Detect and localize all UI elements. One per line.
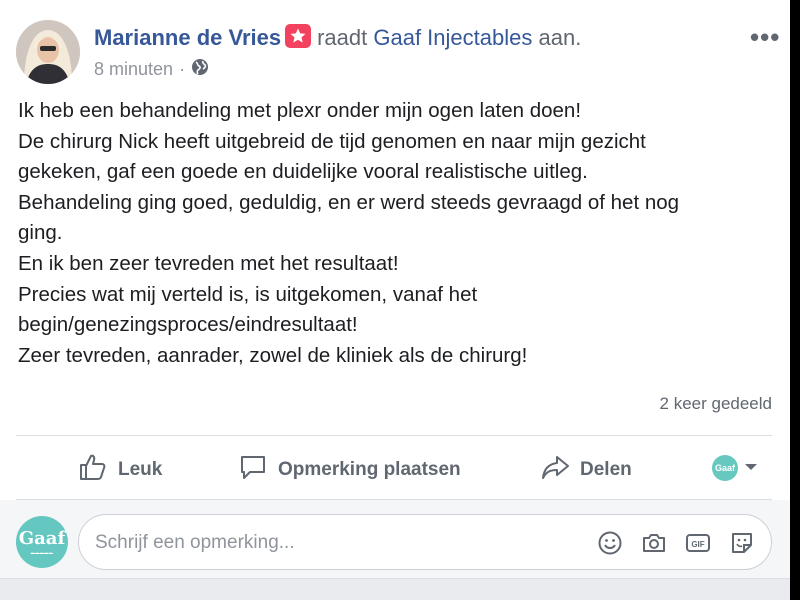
share-button[interactable]: Delen — [540, 452, 632, 488]
share-label: Delen — [580, 459, 632, 480]
window-edge — [790, 0, 800, 600]
post-line: Behandeling ging goed, geduldig, en er w… — [18, 190, 680, 214]
recommends-text: raadt — [317, 25, 368, 50]
comment-box[interactable]: GIF — [78, 514, 772, 570]
action-bar: Leuk Opmerking plaatsen Delen Gaaf — [16, 446, 772, 490]
sticker-icon[interactable] — [729, 530, 755, 556]
globe-icon[interactable] — [191, 58, 209, 81]
post-as-selector[interactable]: Gaaf — [712, 455, 758, 481]
commenter-avatar-text: Gaaf — [18, 527, 66, 549]
gif-icon[interactable]: GIF — [685, 530, 711, 556]
post-body: Ik heb een behandeling met plexr onder m… — [18, 96, 758, 371]
post-line: ging. — [18, 221, 63, 245]
comment-icon — [238, 452, 268, 488]
post-line: Zeer tevreden, aanrader, zowel de klinie… — [18, 343, 528, 367]
page-link[interactable]: Gaaf Injectables — [373, 25, 532, 50]
like-label: Leuk — [118, 459, 163, 480]
more-options-icon[interactable]: ••• — [750, 22, 780, 53]
camera-icon[interactable] — [641, 530, 667, 556]
page-avatar: Gaaf — [712, 455, 738, 481]
comment-input[interactable] — [95, 529, 575, 557]
post-line: De chirurg Nick heeft uitgebreid de tijd… — [18, 129, 646, 153]
suffix-text: aan. — [538, 25, 582, 50]
chevron-down-icon — [744, 459, 758, 477]
commenter-avatar-sub: ▬▬▬▬▬ — [30, 549, 54, 555]
post-header: Marianne de Vries raadt Gaaf Injectables … — [94, 24, 581, 51]
gif-text: GIF — [691, 540, 704, 549]
post-line: Precies wat mij verteld is, is uitgekome… — [18, 282, 478, 306]
comment-label: Opmerking plaatsen — [278, 459, 461, 480]
recommendation-star-icon — [285, 24, 312, 48]
comment-button[interactable]: Opmerking plaatsen — [238, 452, 461, 488]
emoji-icon[interactable] — [597, 530, 623, 556]
post-line: begin/genezingsproces/eindresultaat! — [18, 313, 358, 337]
post-timestamp[interactable]: 8 minuten — [94, 59, 173, 80]
post-line: Ik heb een behandeling met plexr onder m… — [18, 99, 582, 122]
card-bottom-edge — [0, 578, 790, 600]
dot-separator: · — [179, 59, 186, 79]
post-meta: 8 minuten · — [94, 58, 209, 81]
post-line: gekeken, gaf een goede en duidelijke voo… — [18, 160, 588, 184]
divider — [16, 435, 772, 436]
post-card: Marianne de Vries raadt Gaaf Injectables … — [0, 0, 790, 600]
shares-count[interactable]: 2 keer gedeeld — [660, 394, 772, 414]
share-arrow-icon — [540, 452, 570, 488]
commenter-avatar[interactable]: Gaaf ▬▬▬▬▬ — [16, 516, 68, 568]
author-avatar[interactable] — [16, 20, 80, 84]
author-name[interactable]: Marianne de Vries — [94, 25, 281, 50]
like-button[interactable]: Leuk — [78, 452, 162, 488]
thumbs-up-icon — [78, 452, 108, 488]
post-line: En ik ben zeer tevreden met het resultaa… — [18, 251, 399, 275]
